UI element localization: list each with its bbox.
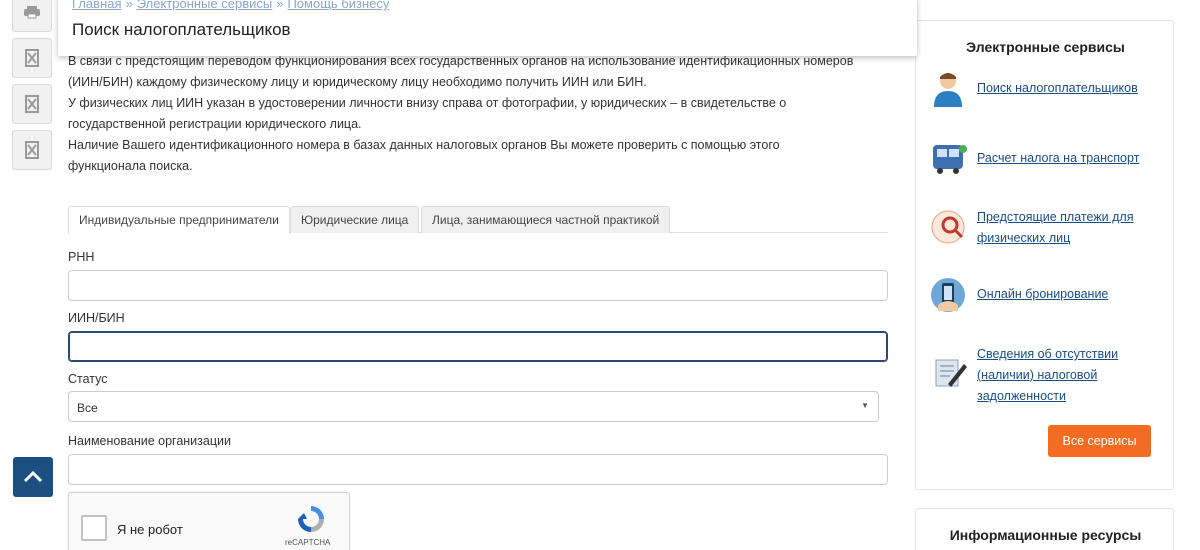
organization-name-input[interactable] [68, 454, 888, 485]
share-icon[interactable] [12, 84, 52, 124]
phone-booking-icon [930, 275, 970, 315]
share-toolbar [12, 0, 54, 176]
organization-name-label: Наименование организации [68, 434, 231, 448]
service-link-text: задолженности [977, 389, 1066, 403]
services-panel: Электронные сервисы Поиск налогоплательщ… [915, 20, 1174, 490]
service-link-upcoming-payments[interactable]: Предстоящие платежи для физических лиц [977, 207, 1133, 249]
tab-legal-entities[interactable]: Юридические лица [290, 206, 420, 233]
chevron-up-icon [23, 471, 43, 483]
service-link-text: Сведения об отсутствии [977, 347, 1119, 361]
recaptcha-label: Я не робот [117, 522, 183, 537]
print-icon[interactable] [12, 0, 52, 32]
search-payment-icon [930, 207, 970, 247]
intro-text: В связи с предстоящим переводом функцион… [68, 51, 898, 177]
service-link-text: Предстоящие платежи для [977, 210, 1134, 224]
iin-bin-input[interactable] [68, 331, 888, 362]
service-link-transport-tax[interactable]: Расчет налога на транспорт [977, 148, 1139, 169]
service-link-text: Онлайн бронирование [977, 287, 1109, 301]
tab-private-practice[interactable]: Лица, занимающиеся частной практикой [421, 206, 671, 233]
intro-line: государственной регистрации юридического… [68, 117, 362, 131]
breadcrumb: Главная» Электронные сервисы» Помощь бизне… [72, 0, 389, 11]
service-link-text: физических лиц [977, 231, 1071, 245]
info-resources-title: Информационные ресурсы [949, 527, 1142, 543]
service-link-text: (наличии) налоговой [977, 368, 1098, 382]
recaptcha-widget: Я не робот reCAPTCHA [68, 492, 350, 550]
service-link-text: Расчет налога на транспорт [977, 151, 1140, 165]
service-link-online-booking[interactable]: Онлайн бронирование [977, 284, 1108, 305]
service-link-taxpayer-search[interactable]: Поиск налогоплательщиков [977, 78, 1138, 99]
chevron-down-icon: ▼ [861, 401, 869, 410]
tab-individual-entrepreneurs[interactable]: Индивидуальные предприниматели [68, 206, 290, 234]
recaptcha-icon [295, 503, 327, 540]
services-panel-title: Электронные сервисы [966, 39, 1125, 55]
scroll-to-top-button[interactable] [13, 457, 53, 497]
breadcrumb-home-link[interactable]: Главная [72, 0, 121, 11]
status-select-value: Все [77, 401, 98, 415]
bus-icon [930, 139, 970, 179]
service-link-text: Поиск налогоплательщиков [977, 81, 1138, 95]
recaptcha-brand: reCAPTCHA [285, 538, 331, 547]
taxpayer-type-tabs: Индивидуальные предприниматели Юридическ… [68, 206, 888, 234]
status-label: Статус [68, 372, 108, 386]
all-services-button[interactable]: Все сервисы [1048, 425, 1151, 457]
breadcrumb-separator: » [276, 0, 284, 11]
service-link-tax-debt-info[interactable]: Сведения об отсутствии (наличии) налогов… [977, 344, 1118, 407]
intro-line: У физических лиц ИИН указан в удостовере… [68, 96, 787, 110]
page-header: Главная» Электронные сервисы» Помощь бизне… [58, 0, 917, 56]
recaptcha-checkbox[interactable] [81, 515, 107, 541]
iin-bin-label: ИИН/БИН [68, 311, 125, 325]
person-icon [930, 69, 970, 109]
status-select[interactable]: Все ▼ [68, 391, 879, 422]
intro-line: Наличие Вашего идентификационного номера… [68, 138, 780, 152]
info-resources-panel: Информационные ресурсы [915, 508, 1174, 550]
rnn-label: РНН [68, 250, 95, 264]
document-pen-icon [930, 352, 970, 392]
breadcrumb-separator: » [125, 0, 133, 11]
page-title: Поиск налогоплательщиков [72, 20, 291, 39]
share-icon[interactable] [12, 38, 52, 78]
rnn-input[interactable] [68, 270, 888, 301]
intro-line: функционала поиска. [68, 159, 193, 173]
breadcrumb-services-link[interactable]: Электронные сервисы [137, 0, 273, 11]
breadcrumb-business-link[interactable]: Помощь бизнесу [287, 0, 389, 11]
share-icon[interactable] [12, 130, 52, 170]
intro-line: (ИИН/БИН) каждому физическому лицу и юри… [68, 75, 647, 89]
